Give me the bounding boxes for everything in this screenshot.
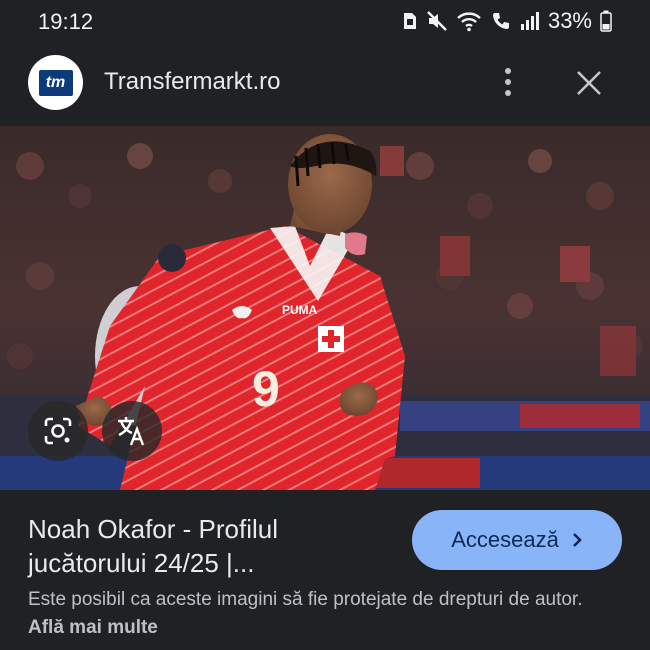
call-icon [492, 13, 509, 29]
status-bar: 19:12 33% [0, 0, 650, 42]
battery-percent: 33% [547, 8, 592, 33]
disclaimer-text: Este posibil ca aceste imagini să fie pr… [28, 589, 583, 610]
translate-icon [118, 417, 145, 446]
jersey-brand: PUMA [282, 303, 318, 317]
copyright-disclaimer: Este posibil ca aceste imagini să fie pr… [28, 586, 588, 642]
signal-icon [520, 12, 539, 30]
result-details: Noah Okafor - Profilul jucătorului 24/25… [0, 490, 650, 650]
chevron-right-icon [572, 533, 582, 547]
google-lens-button[interactable] [28, 401, 88, 461]
mute-icon [427, 11, 447, 31]
battery-icon [600, 10, 612, 32]
more-options-button[interactable] [494, 64, 522, 100]
close-button[interactable] [570, 64, 608, 102]
logo-text: tm [38, 69, 73, 96]
translate-button[interactable] [102, 401, 162, 461]
player-photo: PUMA 9 [0, 126, 650, 490]
result-image[interactable]: PUMA 9 [0, 126, 650, 490]
result-title[interactable]: Noah Okafor - Profilul jucătorului 24/25… [28, 512, 388, 580]
more-vert-icon [505, 68, 511, 96]
result-header: tm Transfermarkt.ro [0, 42, 650, 126]
status-icons: 33% [402, 8, 612, 33]
visit-button-label: Accesează [451, 527, 559, 552]
close-icon [577, 71, 601, 95]
google-lens-icon [44, 417, 72, 445]
jersey-number: 9 [252, 361, 280, 417]
site-logo[interactable]: tm [28, 55, 83, 110]
sim-icon [403, 13, 416, 29]
site-name[interactable]: Transfermarkt.ro [104, 68, 280, 96]
learn-more-link[interactable]: Află mai multe [28, 617, 158, 638]
wifi-icon [457, 12, 481, 32]
status-time: 19:12 [38, 9, 94, 34]
visit-button[interactable]: Accesează [412, 510, 622, 570]
